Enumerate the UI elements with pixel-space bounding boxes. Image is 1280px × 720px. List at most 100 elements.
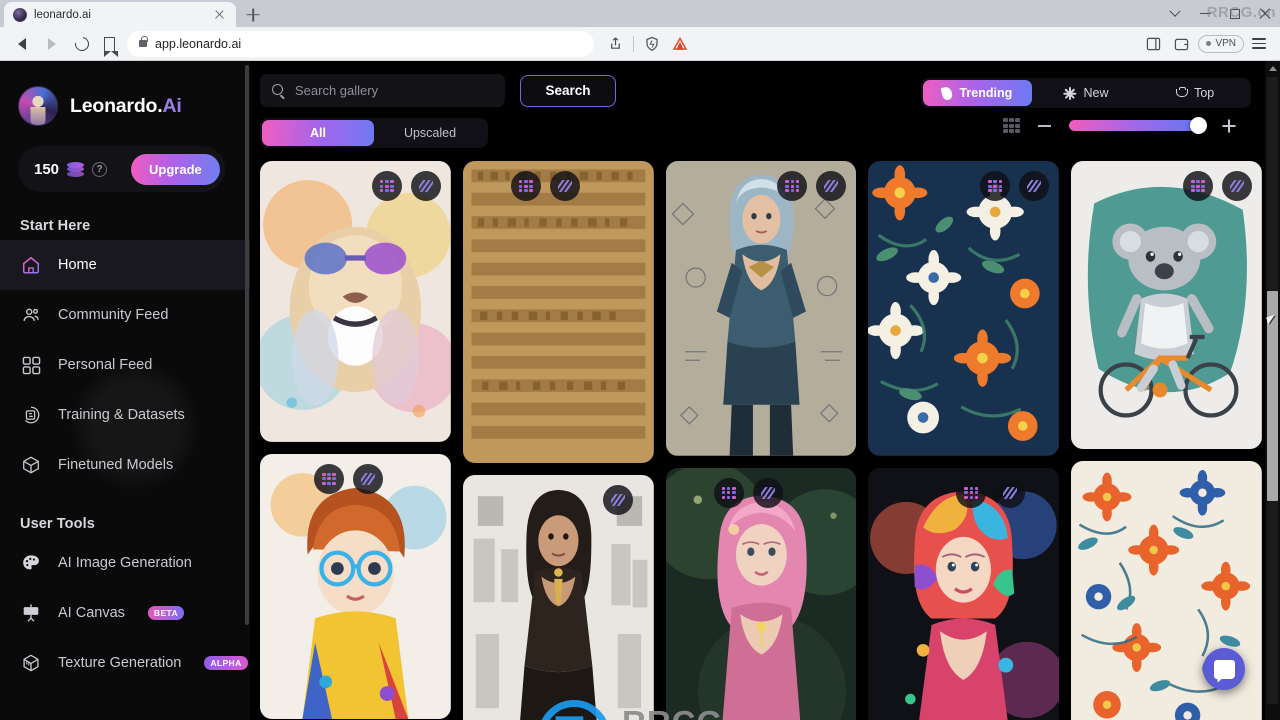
remix-button[interactable] bbox=[1182, 171, 1213, 201]
brave-shield-icon[interactable] bbox=[639, 31, 665, 57]
wand-button[interactable] bbox=[353, 463, 383, 494]
maximize-button[interactable] bbox=[1220, 0, 1250, 27]
gallery-card-koala-riding-bicycle[interactable] bbox=[1071, 161, 1262, 450]
easel-icon bbox=[20, 602, 42, 624]
sidebar-item-training-datasets[interactable]: Training & Datasets bbox=[0, 390, 250, 440]
remix-button[interactable] bbox=[777, 171, 808, 201]
browser-tab[interactable]: leonardo.ai bbox=[4, 2, 236, 27]
badge-alpha: ALPHA bbox=[204, 656, 248, 670]
remix-button[interactable] bbox=[980, 171, 1011, 201]
window-controls bbox=[1160, 0, 1280, 27]
sidebar-item-ai-canvas[interactable]: AI Canvas BETA bbox=[0, 588, 250, 638]
zoom-slider-knob[interactable] bbox=[1190, 117, 1207, 134]
brand[interactable]: Leonardo.Ai bbox=[0, 61, 250, 126]
gallery-card-dark-warrior-woman-sheet[interactable] bbox=[462, 475, 654, 720]
forward-button[interactable] bbox=[38, 30, 66, 58]
back-button[interactable] bbox=[8, 30, 36, 58]
tab-top[interactable]: Top bbox=[1140, 80, 1249, 106]
chat-bubble-button[interactable] bbox=[1203, 648, 1245, 690]
search-input-wrapper[interactable] bbox=[260, 74, 505, 107]
remix-icon bbox=[518, 180, 533, 192]
remix-button[interactable] bbox=[510, 171, 541, 201]
card-overlay-actions bbox=[1182, 171, 1252, 201]
remix-icon bbox=[322, 472, 336, 485]
close-tab-icon[interactable] bbox=[212, 7, 227, 22]
sidebar-scrollbar[interactable] bbox=[245, 61, 249, 720]
tab-top-label: Top bbox=[1194, 86, 1215, 100]
remix-button[interactable] bbox=[371, 171, 402, 201]
tab-title: leonardo.ai bbox=[34, 8, 91, 21]
help-icon[interactable]: ? bbox=[92, 161, 108, 177]
sidebar-item-label: Texture Generation bbox=[58, 655, 182, 671]
zoom-out-button[interactable] bbox=[1038, 124, 1051, 127]
sidebar-item-texture-generation[interactable]: Texture Generation ALPHA bbox=[0, 638, 250, 688]
remix-button[interactable] bbox=[713, 477, 744, 508]
wand-button[interactable] bbox=[816, 171, 847, 201]
sidebar-item-personal-feed[interactable]: Personal Feed bbox=[0, 340, 250, 390]
bookmark-icon[interactable] bbox=[103, 36, 118, 57]
new-tab-button[interactable] bbox=[239, 2, 267, 27]
gallery-card-egyptian-hieroglyph-wall[interactable] bbox=[462, 161, 654, 464]
search-area: Search bbox=[260, 74, 616, 107]
brand-name: Leonardo.Ai bbox=[70, 94, 182, 117]
sidebar-item-finetuned-models[interactable]: Finetuned Models bbox=[0, 440, 250, 490]
brave-leo-icon[interactable] bbox=[667, 31, 693, 57]
gallery-card-orange-floral-pattern[interactable] bbox=[868, 161, 1060, 456]
page-scrollbar[interactable] bbox=[1265, 61, 1280, 720]
wand-button[interactable] bbox=[995, 477, 1026, 508]
card-artwork bbox=[462, 161, 654, 464]
wand-button[interactable] bbox=[602, 485, 633, 516]
tab-trending-label: Trending bbox=[959, 86, 1013, 100]
tab-new[interactable]: New bbox=[1032, 80, 1141, 106]
wand-button[interactable] bbox=[752, 477, 783, 508]
wand-button[interactable] bbox=[1019, 171, 1050, 201]
card-overlay-actions bbox=[510, 171, 580, 201]
wand-button[interactable] bbox=[549, 171, 580, 201]
sidebar-item-ai-image-generation[interactable]: AI Image Generation bbox=[0, 538, 250, 588]
gallery-card-girl-glasses-colorful-hair[interactable] bbox=[260, 453, 451, 719]
close-window-button[interactable] bbox=[1250, 0, 1280, 27]
zoom-in-button[interactable] bbox=[1222, 119, 1235, 132]
gallery-card-blue-hair-fantasy-warrior[interactable] bbox=[665, 161, 857, 456]
gallery-card-watercolor-lion-sunglasses[interactable] bbox=[260, 161, 451, 442]
card-artwork bbox=[260, 161, 451, 442]
search-button[interactable]: Search bbox=[520, 74, 616, 107]
share-icon[interactable] bbox=[602, 31, 628, 57]
leonardo-logo-icon bbox=[18, 86, 58, 126]
minimize-button[interactable] bbox=[1190, 0, 1220, 27]
scroll-up-arrow[interactable] bbox=[1268, 66, 1277, 71]
lock-icon bbox=[139, 36, 148, 47]
side-panel-icon[interactable] bbox=[1140, 31, 1166, 57]
wand-icon bbox=[760, 486, 775, 499]
card-overlay-actions bbox=[602, 485, 633, 516]
sidebar-item-community-feed[interactable]: Community Feed bbox=[0, 290, 250, 340]
sidebar-item-home[interactable]: Home bbox=[0, 240, 250, 290]
brave-wallet-icon[interactable] bbox=[1168, 31, 1194, 57]
reload-button[interactable] bbox=[68, 30, 96, 58]
sidebar-item-label: Finetuned Models bbox=[58, 457, 174, 473]
tab-search-button[interactable] bbox=[1160, 0, 1190, 27]
sidebar-item-label: Community Feed bbox=[58, 307, 169, 323]
vpn-badge[interactable]: VPN bbox=[1198, 34, 1244, 53]
wand-button[interactable] bbox=[1221, 171, 1252, 201]
maximize-icon bbox=[1230, 8, 1240, 19]
address-bar[interactable]: app.leonardo.ai bbox=[127, 30, 595, 57]
remix-button[interactable] bbox=[956, 477, 987, 508]
gallery-toolbar: Search All Upscaled Trending New bbox=[250, 61, 1280, 161]
grid-layout-icon[interactable] bbox=[1003, 118, 1020, 133]
wand-icon bbox=[824, 180, 839, 192]
gallery-card-pink-hair-fairy-portrait[interactable] bbox=[665, 467, 857, 720]
credits-pill: 150 ? Upgrade bbox=[18, 146, 225, 192]
tab-upscaled[interactable]: Upscaled bbox=[374, 120, 486, 146]
gallery-card-rainbow-hair-woman-portrait[interactable] bbox=[868, 467, 1060, 720]
browser-menu-button[interactable] bbox=[1246, 31, 1272, 57]
upgrade-button[interactable]: Upgrade bbox=[131, 153, 220, 185]
toolbar-divider bbox=[633, 35, 635, 52]
wand-icon bbox=[557, 180, 572, 192]
zoom-slider[interactable] bbox=[1069, 117, 1207, 134]
wand-button[interactable] bbox=[410, 171, 441, 201]
tab-all[interactable]: All bbox=[262, 120, 374, 146]
search-input[interactable] bbox=[295, 83, 493, 98]
remix-button[interactable] bbox=[314, 463, 344, 494]
tab-trending[interactable]: Trending bbox=[923, 80, 1032, 106]
